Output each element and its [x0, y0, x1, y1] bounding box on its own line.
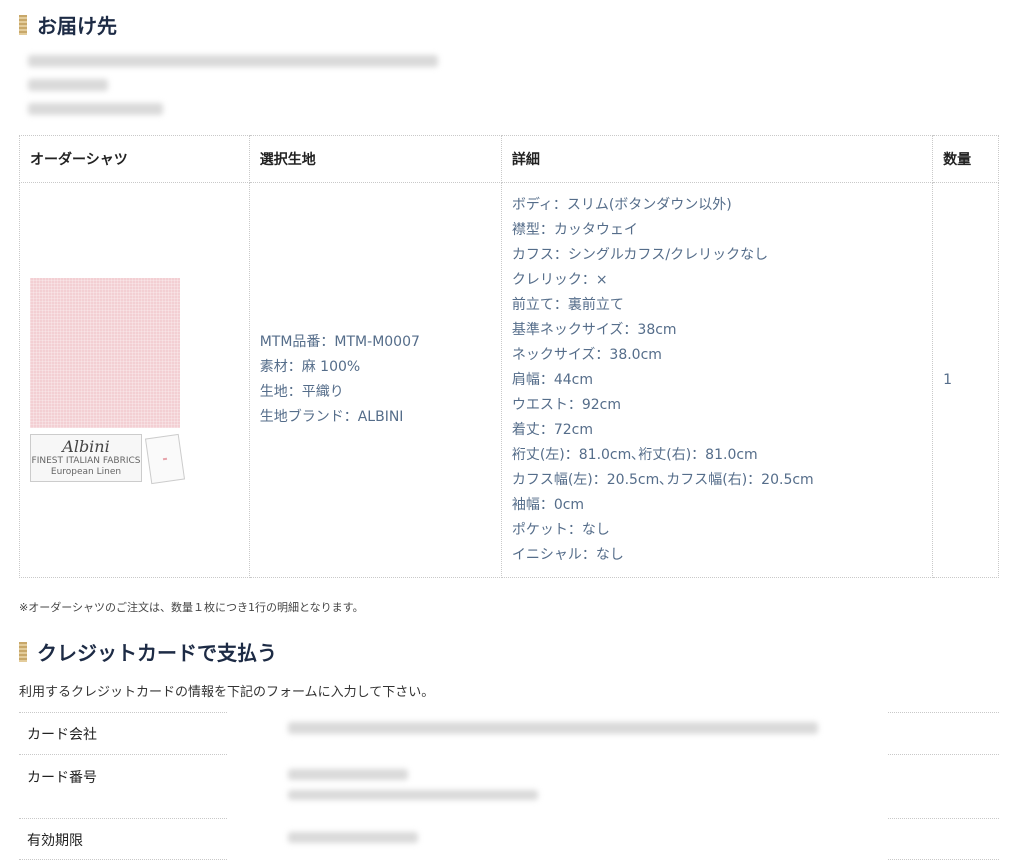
fabric-cell: MTM品番：MTM-M0007 素材：麻 100% 生地：平織り 生地ブランド：… [248, 182, 502, 578]
detail-line: 着丈：72cm [511, 421, 593, 438]
heading-marker-icon [19, 14, 27, 35]
quantity-cell: 1 [932, 182, 999, 578]
detail-line: 袖幅：0cm [511, 496, 585, 513]
detail-line: 裄丈(左)：81.0cm､裄丈(右)：81.0cm [511, 446, 758, 463]
header-details: 詳細 [500, 135, 934, 183]
card-number-label: カード番号 [27, 770, 97, 786]
order-header-row: オーダーシャツ 選択生地 詳細 数量 [19, 135, 999, 183]
card-company-label: カード会社 [27, 727, 97, 743]
detail-line: 前立て：裏前立て [511, 296, 624, 313]
redacted-name [28, 79, 108, 91]
payment-intro: 利用するクレジットカードの情報を下記のフォームに入力して下さい。 [19, 685, 435, 700]
albini-label-image: Albini FINEST ITALIAN FABRICS European L… [30, 434, 142, 482]
detail-line: 襟型：カッタウェイ [511, 221, 638, 238]
detail-line: カフス幅(左)：20.5cm､カフス幅(右)：20.5cm [511, 471, 814, 488]
shipping-heading: お届け先 [19, 10, 117, 39]
shirt-image-cell: Albini FINEST ITALIAN FABRICS European L… [19, 182, 250, 578]
expiry-label: 有効期限 [27, 833, 83, 849]
details-cell: ボディ：スリム(ボタンダウン以外) 襟型：カッタウェイ カフス：シングルカフス/… [500, 182, 934, 578]
header-shirt: オーダーシャツ [19, 135, 250, 183]
hang-tag-image [144, 433, 186, 485]
fabric-line: 生地：平織り [259, 384, 344, 400]
shipping-title: お届け先 [37, 14, 117, 38]
redacted-card-number-hint [288, 790, 538, 800]
header-fabric: 選択生地 [248, 135, 502, 183]
payment-title: クレジットカードで支払う [37, 641, 277, 665]
redacted-card-options[interactable] [288, 722, 818, 734]
order-note: ※オーダーシャツのご注文は、数量１枚につき1行の明細となります。 [19, 601, 364, 614]
payment-heading: クレジットカードで支払う [19, 637, 277, 666]
detail-line: ネックサイズ：38.0cm [511, 346, 662, 363]
redacted-phone [28, 103, 163, 115]
detail-line: 肩幅：44cm [511, 371, 593, 388]
redacted-card-number-input[interactable] [288, 769, 408, 780]
heading-marker-icon [19, 641, 27, 662]
header-quantity: 数量 [932, 135, 999, 183]
detail-line: 基準ネックサイズ：38cm [511, 321, 677, 338]
order-row: Albini FINEST ITALIAN FABRICS European L… [19, 182, 999, 578]
redacted-expiry-input[interactable] [288, 832, 418, 843]
fabric-line: MTM品番：MTM-M0007 [259, 334, 420, 350]
detail-line: クレリック：× [511, 271, 608, 288]
redacted-address [28, 55, 438, 67]
detail-line: ポケット：なし [511, 521, 610, 538]
detail-line: イニシャル：なし [511, 546, 624, 563]
fabric-line: 生地ブランド：ALBINI [259, 409, 404, 425]
detail-line: ウエスト：92cm [511, 396, 621, 413]
detail-line: ボディ：スリム(ボタンダウン以外) [511, 196, 732, 213]
fabric-swatch-image [30, 278, 180, 428]
order-table: オーダーシャツ 選択生地 詳細 数量 Albini FINEST ITALIAN… [19, 135, 999, 578]
fabric-line: 素材：麻 100% [259, 359, 361, 375]
detail-line: カフス：シングルカフス/クレリックなし [511, 246, 769, 263]
